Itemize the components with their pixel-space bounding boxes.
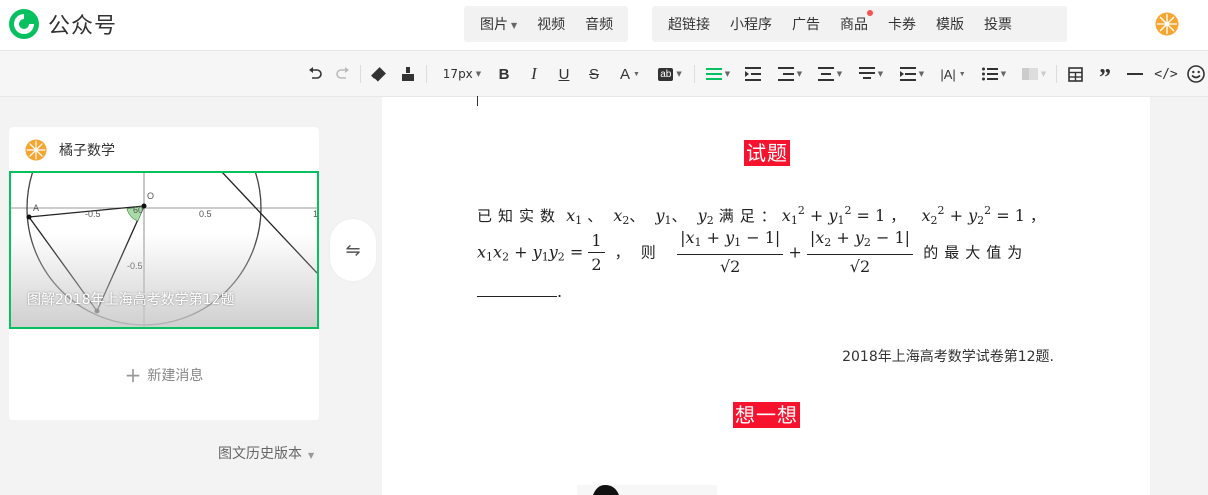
svg-text:0.5: 0.5 (199, 209, 212, 219)
logo[interactable]: 公众号 (8, 8, 117, 40)
media-menu: 图片 ▼ 视频 音频 (464, 6, 628, 42)
margin-icon[interactable]: ▼ (897, 63, 927, 85)
italic-icon[interactable]: I (526, 63, 542, 85)
format-painter-icon[interactable] (399, 63, 417, 85)
illustration-image (577, 485, 717, 495)
problem-source: 2018年上海高考数学试卷第12题. (842, 349, 1054, 365)
align-left-icon[interactable]: ▼ (703, 63, 733, 85)
svg-text:-0.5: -0.5 (85, 209, 101, 219)
svg-text:1: 1 (313, 209, 317, 219)
editor-canvas[interactable]: 试题 已知实数 x1 、 x2、 y1、 y2 满足：x12 + y12 = 1… (382, 96, 1150, 495)
section-title-think: 想一想 (733, 402, 800, 428)
menu-audio[interactable]: 音频 (575, 14, 623, 34)
text-cursor (477, 96, 478, 106)
top-bar: 公众号 图片 ▼ 视频 音频 超链接 小程序 广告 商品 卡券 模版 投票 (0, 0, 1208, 50)
user-avatar[interactable] (1155, 12, 1179, 36)
svg-text:60: 60 (133, 205, 143, 215)
brand-name: 公众号 (48, 14, 118, 39)
emoji-icon[interactable] (1186, 63, 1206, 85)
account-avatar (25, 139, 47, 161)
bold-icon[interactable]: B (496, 63, 512, 85)
list-icon[interactable]: ▼ (979, 63, 1009, 85)
problem-line-3: . (477, 282, 562, 301)
letter-spacing-icon[interactable]: |A| ▼ (938, 63, 968, 85)
problem-line-2: x1x2 + y1y2 = 12 ， 则 |x1 + y1 − 1| √2 + |… (477, 228, 1029, 276)
wechat-mp-logo-icon (9, 9, 39, 39)
account-header: 橘子数学 (25, 139, 115, 161)
swap-panel-button[interactable]: ⇋ (330, 219, 376, 281)
first-line-indent-icon[interactable]: ▼ (775, 63, 805, 85)
menu-coupon[interactable]: 卡券 (878, 14, 926, 34)
svg-text:A: A (33, 203, 39, 213)
redo-icon[interactable] (334, 63, 352, 85)
menu-video[interactable]: 视频 (527, 14, 575, 34)
section-title-problem: 试题 (744, 140, 790, 166)
new-message-label: 新建消息 (147, 368, 204, 384)
history-version-dropdown[interactable]: 图文历史版本 ▼ (218, 443, 314, 463)
new-badge (867, 10, 873, 16)
line-spacing-icon[interactable]: ▼ (815, 63, 845, 85)
swap-icon: ⇋ (345, 239, 361, 261)
article-list-card: 橘子数学 A O -0.5 0.5 1 -0.5 60 (9, 127, 319, 420)
article-title: 图解2018年上海高考数学第12题 (27, 292, 235, 308)
undo-icon[interactable] (306, 63, 324, 85)
eraser-icon[interactable] (369, 63, 387, 85)
menu-ad[interactable]: 广告 (782, 14, 830, 34)
indent-icon[interactable] (744, 63, 762, 85)
svg-text:O: O (147, 191, 154, 201)
article-thumbnail[interactable]: A O -0.5 0.5 1 -0.5 60 图解2018年上海高考数学第12题 (9, 171, 319, 329)
quote-icon[interactable]: ” (1096, 63, 1114, 90)
editor-toolbar: 17px ▼ B I U S A ▼ ab ▼ ▼ ▼ ▼ ▼ ▼ |A| ▼ ▼ ▼ … (0, 50, 1208, 97)
history-version-label: 图文历史版本 (218, 446, 302, 462)
chevron-down-icon: ▼ (511, 20, 518, 30)
menu-product[interactable]: 商品 (830, 10, 878, 34)
code-icon[interactable]: </> (1154, 63, 1177, 85)
problem-line-1: 已知实数 x1 、 x2、 y1、 y2 满足：x12 + y12 = 1 ， … (477, 204, 1051, 227)
new-message-button[interactable]: + 新建消息 (9, 363, 319, 387)
disabled-format-icon: ▼ (1019, 63, 1049, 85)
thumbnail-gradient (11, 233, 317, 327)
menu-hyperlink[interactable]: 超链接 (658, 14, 720, 34)
account-name: 橘子数学 (59, 143, 115, 159)
divider-icon[interactable] (1126, 63, 1144, 85)
font-size-value: 17px (442, 67, 473, 81)
background-color-icon[interactable]: ab ▼ (654, 63, 686, 85)
font-color-icon[interactable]: A ▼ (616, 63, 644, 85)
menu-template[interactable]: 模版 (926, 14, 974, 34)
underline-icon[interactable]: U (556, 63, 572, 85)
menu-vote[interactable]: 投票 (974, 14, 1022, 34)
menu-mini-program[interactable]: 小程序 (720, 14, 782, 34)
chevron-down-icon: ▼ (308, 451, 315, 460)
plus-icon: + (124, 363, 142, 387)
menu-image[interactable]: 图片 ▼ (470, 14, 527, 34)
table-icon[interactable] (1066, 63, 1084, 85)
answer-blank (477, 283, 557, 297)
insert-menu: 超链接 小程序 广告 商品 卡券 模版 投票 (652, 6, 1067, 42)
paragraph-spacing-icon[interactable]: ▼ (856, 63, 886, 85)
font-size-select[interactable]: 17px ▼ (438, 63, 486, 85)
strikethrough-icon[interactable]: S (586, 63, 602, 85)
chevron-down-icon: ▼ (475, 70, 482, 78)
